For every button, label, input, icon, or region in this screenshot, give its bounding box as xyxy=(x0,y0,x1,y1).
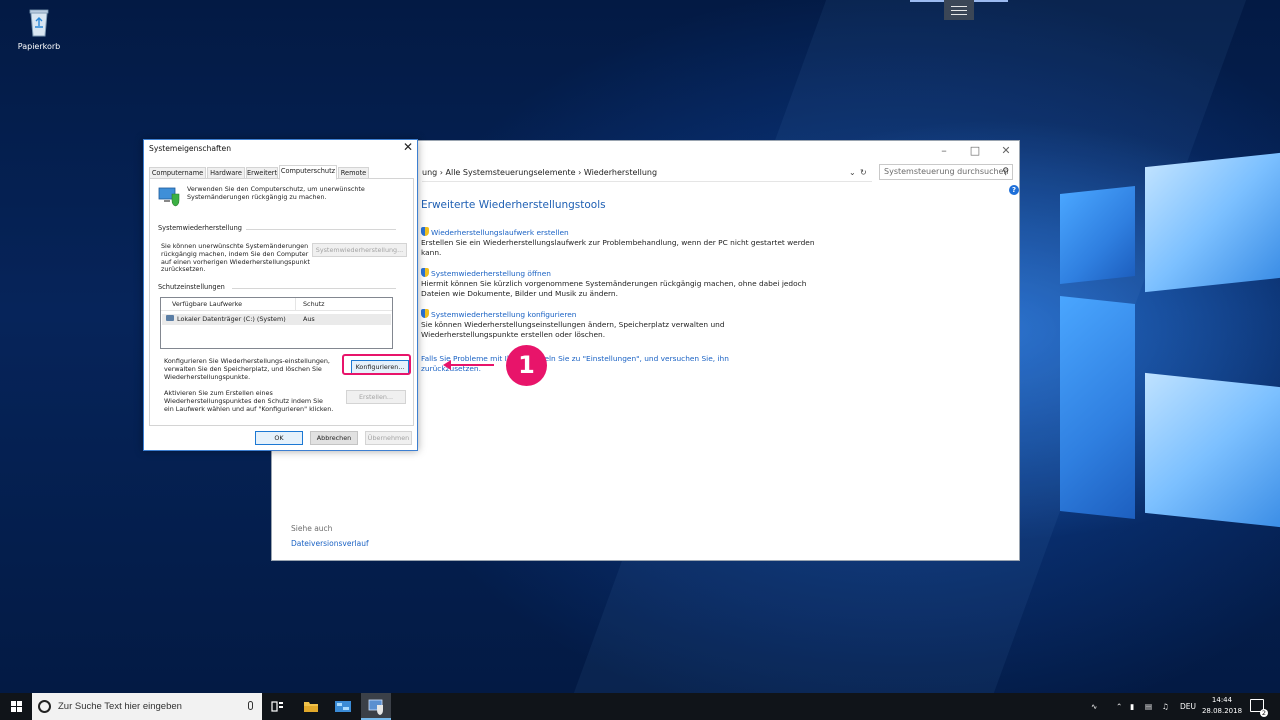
see-also-heading: Siehe auch xyxy=(291,524,333,533)
desktop-icon-recycle-bin[interactable]: Papierkorb xyxy=(9,6,69,51)
system-properties-taskbar-icon[interactable] xyxy=(361,693,391,720)
tool-description: Erstellen Sie ein Wiederherstellungslauf… xyxy=(421,238,815,257)
computer-protection-panel: Verwenden Sie den Computerschutz, um une… xyxy=(149,178,414,426)
clock-date: 28.08.2018 xyxy=(1201,707,1243,715)
hamburger-menu-icon[interactable] xyxy=(944,0,974,20)
minimize-button[interactable]: – xyxy=(929,143,959,159)
battery-icon[interactable]: ▮ xyxy=(1130,693,1134,720)
table-row[interactable]: Lokaler Datenträger (C:) (System) Aus xyxy=(162,314,391,325)
list-header: Verfügbare Laufwerke Schutz xyxy=(161,298,392,311)
tool-item: Systemwiederherstellung öffnen Hiermit k… xyxy=(421,268,821,299)
recycle-bin-icon xyxy=(24,6,54,38)
cancel-button[interactable]: Abbrechen xyxy=(310,431,358,445)
breadcrumb-item[interactable]: Alle Systemsteuerungselemente xyxy=(446,168,576,177)
taskbar: Zur Suche Text hier eingeben ∿ ⌃ ▮ ▤ ♫ D… xyxy=(0,693,1280,720)
configure-text: Konfigurieren Sie Wiederherstellungs-ein… xyxy=(164,357,330,381)
help-icon[interactable]: ? xyxy=(1009,185,1019,195)
cortana-icon xyxy=(38,700,51,713)
close-button[interactable]: ✕ xyxy=(991,143,1021,159)
maximize-button[interactable]: □ xyxy=(960,143,990,159)
callout-number-badge: 1 xyxy=(506,345,547,386)
tool-description: Hiermit können Sie kürzlich vorgenommene… xyxy=(421,279,807,298)
show-hidden-icons-chevron-icon[interactable]: ⌃ xyxy=(1116,693,1122,720)
volume-icon[interactable]: ♫ xyxy=(1162,693,1169,720)
tool-link-open-system-restore[interactable]: Systemwiederherstellung öffnen xyxy=(431,269,551,278)
shield-icon xyxy=(421,268,429,277)
shield-icon xyxy=(421,227,429,236)
column-header-drives[interactable]: Verfügbare Laufwerke xyxy=(172,298,242,311)
search-input[interactable]: Systemsteuerung durchsuchen ⚲ xyxy=(879,164,1013,180)
ok-button[interactable]: OK xyxy=(255,431,303,445)
search-placeholder: Zur Suche Text hier eingeben xyxy=(58,701,182,712)
computer-shield-icon xyxy=(158,185,180,207)
tool-link-recovery-drive[interactable]: Wiederherstellungslaufwerk erstellen xyxy=(431,228,569,237)
clock-time: 14:44 xyxy=(1211,696,1233,704)
breadcrumb-item[interactable]: Wiederherstellung xyxy=(584,168,657,177)
task-view-icon[interactable] xyxy=(263,693,293,720)
microphone-icon[interactable] xyxy=(248,701,253,710)
file-history-link[interactable]: Dateiversionsverlauf xyxy=(291,539,369,548)
intro-text: Verwenden Sie den Computerschutz, um une… xyxy=(187,185,365,201)
tool-description: Sie können Wiederherstellungseinstellung… xyxy=(421,320,725,339)
breadcrumb-item[interactable]: ung xyxy=(422,168,437,177)
dialog-close-button[interactable]: ✕ xyxy=(403,140,413,154)
column-header-protection[interactable]: Schutz xyxy=(303,298,325,311)
wallpaper-logo-pane xyxy=(1060,296,1135,519)
system-properties-dialog: Systemeigenschaften ✕ Computername Hardw… xyxy=(143,139,418,451)
tab-computerschutz[interactable]: Computerschutz xyxy=(279,165,337,180)
wallpaper-logo-pane xyxy=(1145,152,1280,293)
drives-list[interactable]: Verfügbare Laufwerke Schutz Lokaler Date… xyxy=(160,297,393,349)
configure-highlight xyxy=(342,354,411,375)
protection-settings-group-header: Schutzeinstellungen xyxy=(158,283,225,291)
refresh-icon[interactable]: ↻ xyxy=(860,164,867,182)
control-panel-taskbar-icon[interactable] xyxy=(328,693,358,720)
taskbar-search-input[interactable]: Zur Suche Text hier eingeben xyxy=(32,693,262,720)
clock[interactable]: 14:44 28.08.2018 xyxy=(1200,695,1244,717)
file-explorer-icon[interactable] xyxy=(296,693,326,720)
group-divider xyxy=(246,229,396,230)
system-restore-group-header: Systemwiederherstellung xyxy=(158,224,242,232)
network-icon[interactable]: ▤ xyxy=(1145,693,1152,720)
search-icon[interactable]: ⚲ xyxy=(1002,165,1009,179)
create-button[interactable]: Erstellen... xyxy=(346,390,406,404)
tab-strip: Computername Hardware Erweitert Computer… xyxy=(149,165,414,180)
tool-link-configure-system-restore[interactable]: Systemwiederherstellung konfigurieren xyxy=(431,310,576,319)
wallpaper-logo-pane xyxy=(1145,372,1280,528)
drive-icon xyxy=(166,315,174,321)
dropdown-chevron-icon[interactable]: ⌄ xyxy=(849,164,856,182)
apply-button[interactable]: Übernehmen xyxy=(365,431,412,445)
drive-name: Lokaler Datenträger (C:) (System) xyxy=(177,315,286,323)
dialog-title: Systemeigenschaften xyxy=(149,144,232,153)
wallpaper-logo-pane xyxy=(1060,186,1135,284)
windows-start-icon[interactable] xyxy=(0,693,32,720)
people-icon[interactable]: ∿ xyxy=(1091,693,1097,720)
create-text: Aktivieren Sie zum Erstellen eines Wiede… xyxy=(164,389,334,413)
action-center-icon[interactable]: 2 xyxy=(1250,699,1268,717)
input-language[interactable]: DEU xyxy=(1180,693,1196,720)
system-restore-button[interactable]: Systemwiederherstellung... xyxy=(312,243,407,257)
notification-count-badge: 2 xyxy=(1260,709,1268,717)
group-divider xyxy=(232,288,396,289)
tool-item: Wiederherstellungslaufwerk erstellen Ers… xyxy=(421,227,821,258)
restore-text: Sie können unerwünschte Systemänderungen… xyxy=(161,242,310,274)
drive-protection-status: Aus xyxy=(303,315,315,323)
tool-item: Systemwiederherstellung konfigurieren Si… xyxy=(421,309,821,340)
page-title: Erweiterte Wiederherstellungstools xyxy=(421,199,606,211)
search-placeholder: Systemsteuerung durchsuchen xyxy=(884,167,1009,176)
desktop-icon-label: Papierkorb xyxy=(17,42,61,51)
callout-arrow xyxy=(443,360,494,370)
shield-icon xyxy=(421,309,429,318)
